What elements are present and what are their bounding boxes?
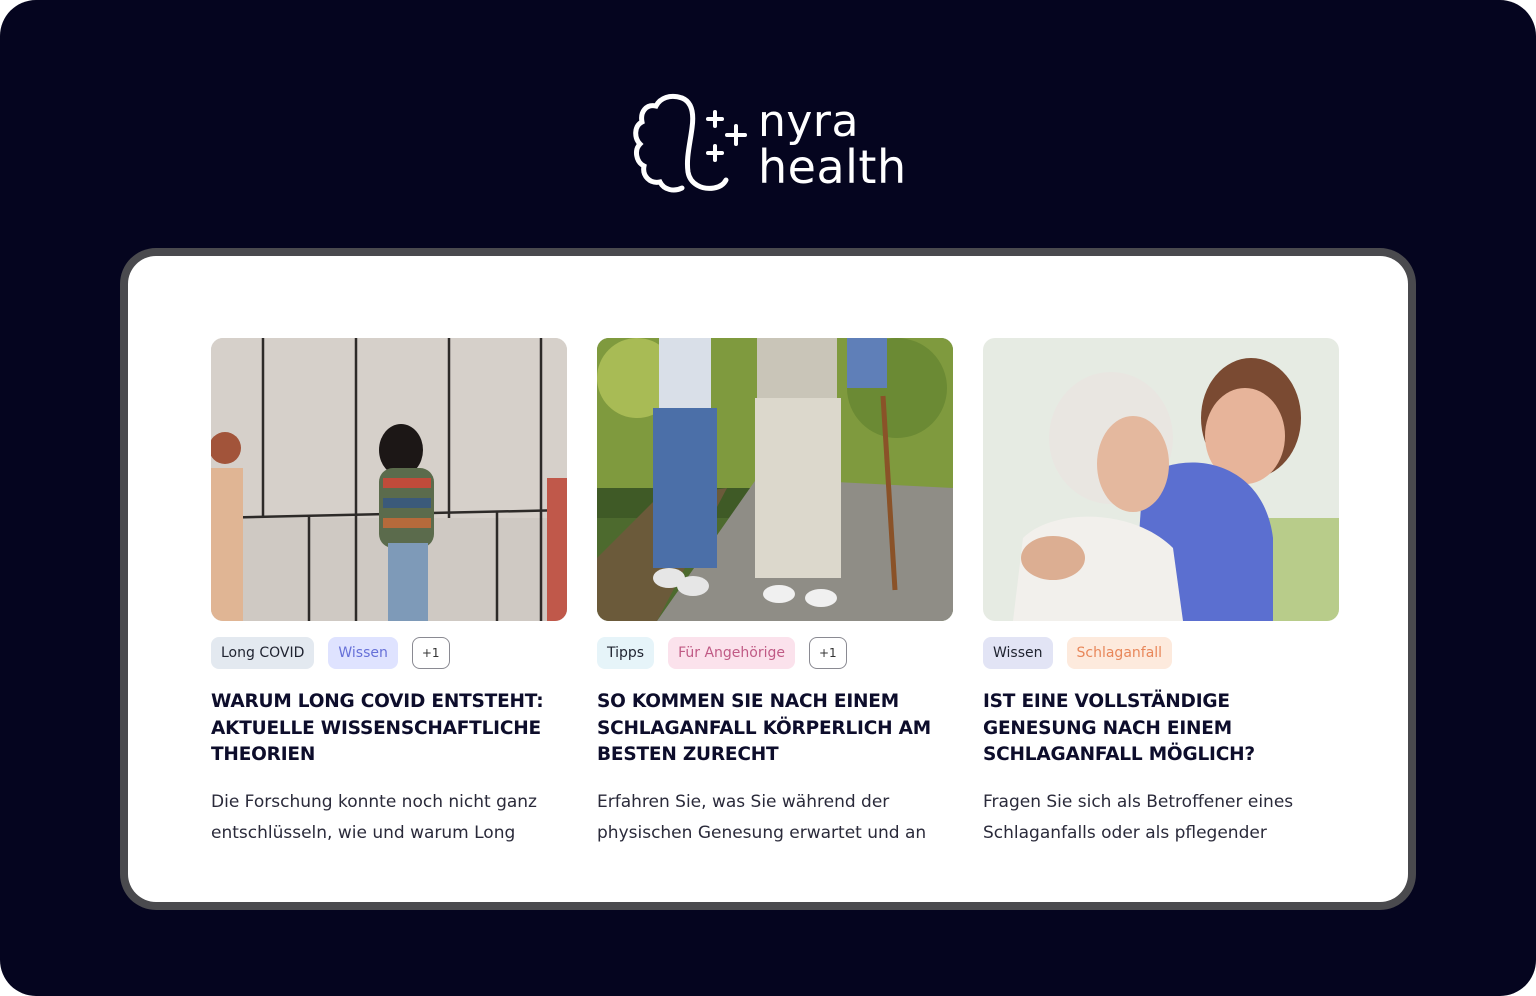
more-tags-button[interactable]: +1: [411, 637, 450, 669]
tag-long-covid[interactable]: Long COVID: [211, 637, 315, 669]
page-background: nyra health Long COVID Wissen +1 WARUM L…: [0, 0, 1536, 996]
more-tags-button[interactable]: +1: [808, 637, 847, 669]
tag-list: Wissen Schlaganfall: [983, 637, 1339, 669]
logo-word-nyra: nyra: [758, 96, 859, 147]
article-card-vollstaendige-genesung[interactable]: Wissen Schlaganfall IST EINE VOLLSTÄNDIG…: [983, 338, 1339, 849]
articles-panel: Long COVID Wissen +1 WARUM LONG COVID EN…: [120, 248, 1416, 910]
tag-wissen[interactable]: Wissen: [983, 637, 1053, 669]
article-title[interactable]: WARUM LONG COVID ENTSTEHT: AKTUELLE WISS…: [211, 689, 567, 769]
tag-tipps[interactable]: Tipps: [597, 637, 655, 669]
tag-list: Long COVID Wissen +1: [211, 637, 567, 669]
tag-schlaganfall[interactable]: Schlaganfall: [1066, 637, 1173, 669]
article-title[interactable]: SO KOMMEN SIE NACH EINEM SCHLAGANFALL KÖ…: [597, 689, 953, 769]
logo-word-health: health: [758, 140, 907, 194]
article-card-long-covid[interactable]: Long COVID Wissen +1 WARUM LONG COVID EN…: [211, 338, 567, 849]
article-description: Erfahren Sie, was Sie während der physis…: [597, 791, 927, 843]
article-title[interactable]: IST EINE VOLLSTÄNDIGE GENESUNG NACH EINE…: [983, 689, 1339, 769]
tag-list: Tipps Für Angehörige +1: [597, 637, 953, 669]
tag-fuer-angehoerige[interactable]: Für Angehörige: [668, 637, 795, 669]
article-image[interactable]: [983, 338, 1339, 621]
article-description: Die Forschung konnte noch nicht ganz ent…: [211, 791, 537, 843]
nyra-health-logo[interactable]: nyra health: [630, 92, 910, 196]
article-image[interactable]: [597, 338, 953, 621]
article-description: Fragen Sie sich als Betroffener eines Sc…: [983, 791, 1294, 843]
article-card-schlaganfall-koerperlich[interactable]: Tipps Für Angehörige +1 SO KOMMEN SIE NA…: [597, 338, 953, 849]
head-outline-icon: [633, 93, 747, 193]
tag-wissen[interactable]: Wissen: [328, 637, 398, 669]
article-image[interactable]: [211, 338, 567, 621]
articles-panel-inner: Long COVID Wissen +1 WARUM LONG COVID EN…: [128, 256, 1408, 902]
